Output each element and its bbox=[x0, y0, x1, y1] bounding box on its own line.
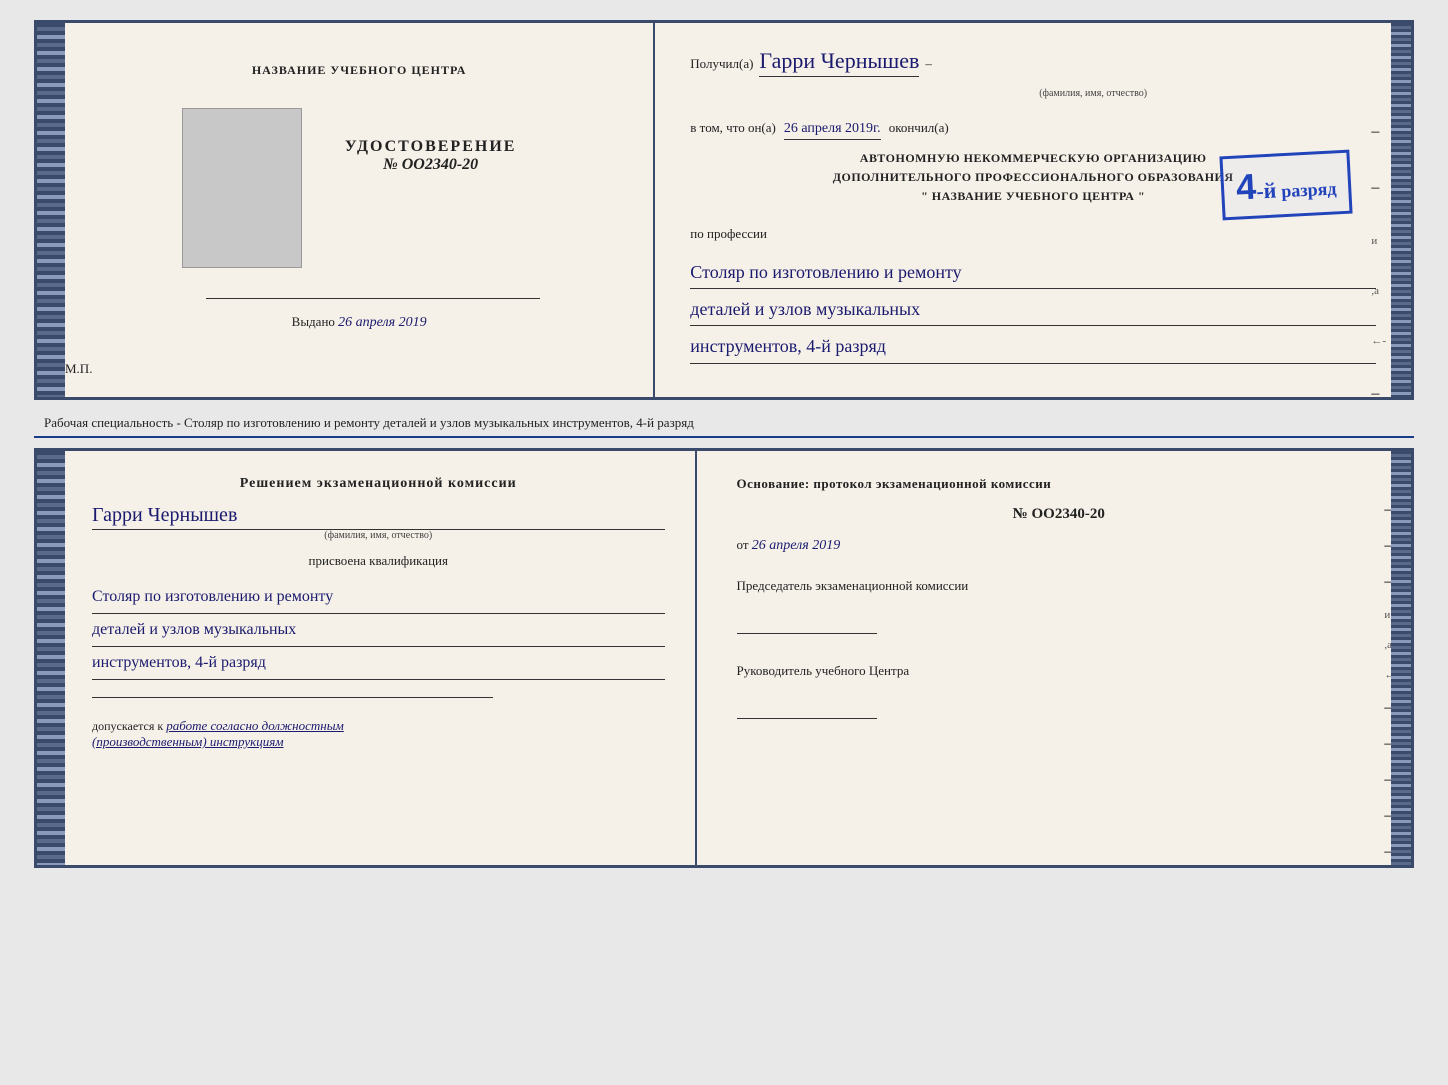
qual-line1: Столяр по изготовлению и ремонту bbox=[92, 581, 665, 614]
rank-stamp: 4 -й разряд bbox=[1219, 150, 1352, 221]
bottom-doc-right-panel: Основание: протокол экзаменационной коми… bbox=[697, 451, 1411, 865]
dash-2: – bbox=[1371, 179, 1386, 197]
document-container: НАЗВАНИЕ УЧЕБНОГО ЦЕНТРА УДОСТОВЕРЕНИЕ №… bbox=[34, 20, 1414, 868]
dash-1: – bbox=[1371, 123, 1386, 141]
cert-title: УДОСТОВЕРЕНИЕ bbox=[345, 138, 517, 156]
top-document: НАЗВАНИЕ УЧЕБНОГО ЦЕНТРА УДОСТОВЕРЕНИЕ №… bbox=[34, 20, 1414, 400]
issued-line: Выдано 26 апреля 2019 bbox=[264, 314, 427, 331]
cert-title-block: УДОСТОВЕРЕНИЕ № OO2340-20 bbox=[317, 138, 517, 174]
bottom-spine-right bbox=[1391, 451, 1411, 865]
stamp-rank-number: 4 bbox=[1235, 166, 1257, 209]
director-title: Руководитель учебного Центра bbox=[737, 663, 1381, 679]
basis-title: Основание: протокол экзаменационной коми… bbox=[737, 476, 1381, 492]
finished-label: окончил(а) bbox=[889, 120, 949, 136]
dash-3: и bbox=[1371, 235, 1386, 247]
protocol-number: № OO2340-20 bbox=[737, 506, 1381, 523]
separator-text: Рабочая специальность - Столяр по изгото… bbox=[34, 410, 1414, 438]
bottom-fio-hint: (фамилия, имя, отчество) bbox=[92, 530, 665, 541]
protocol-date: от 26 апреля 2019 bbox=[737, 537, 1381, 554]
recipient-name-top: Гарри Чернышев bbox=[759, 48, 919, 77]
decision-title: Решением экзаменационной комиссии bbox=[92, 476, 665, 492]
date-prefix: от bbox=[737, 537, 749, 552]
qual-line3: инструментов, 4-й разряд bbox=[92, 647, 665, 680]
dash-4: ,а bbox=[1371, 285, 1386, 297]
top-doc-right-panel: Получил(а) Гарри Чернышев – (фамилия, им… bbox=[655, 23, 1411, 397]
allowed-text-block: допускается к работе согласно должностны… bbox=[92, 718, 665, 750]
chairman-block: Председатель экзаменационной комиссии bbox=[737, 578, 1381, 639]
profession-line2: деталей и узлов музыкальных bbox=[690, 293, 1376, 326]
assigned-label: присвоена квалификация bbox=[92, 553, 665, 569]
cert-date: 26 апреля 2019г. bbox=[784, 121, 881, 140]
fio-hint-top: (фамилия, имя, отчество) bbox=[1039, 88, 1147, 99]
org-name-label: НАЗВАНИЕ УЧЕБНОГО ЦЕНТРА bbox=[224, 63, 467, 78]
stamp-rank-suffix: -й bbox=[1255, 178, 1276, 205]
dash-top: – bbox=[925, 56, 932, 72]
issued-label: Выдано bbox=[292, 314, 335, 329]
bottom-spine-left bbox=[37, 451, 65, 865]
bottom-doc-left-panel: Решением экзаменационной комиссии Гарри … bbox=[37, 451, 697, 865]
issued-date: 26 апреля 2019 bbox=[338, 315, 426, 330]
spine-right-decoration bbox=[1391, 23, 1411, 397]
dash-6: – bbox=[1371, 385, 1386, 403]
stamp-rank-label: разряд bbox=[1281, 178, 1337, 202]
allowed-line1: работе согласно должностным bbox=[166, 718, 344, 733]
mp-label: М.П. bbox=[37, 361, 92, 377]
protocol-date-value: 26 апреля 2019 bbox=[752, 538, 840, 553]
photo-placeholder bbox=[182, 108, 302, 268]
cert-number: № OO2340-20 bbox=[345, 156, 517, 174]
received-prefix: Получил(а) bbox=[690, 56, 753, 72]
dash-5: ←- bbox=[1371, 335, 1386, 347]
allowed-line2: (производственным) инструкциям bbox=[92, 734, 284, 749]
profession-line3: инструментов, 4-й разряд bbox=[690, 330, 1376, 363]
bottom-recipient-name: Гарри Чернышев bbox=[92, 504, 665, 530]
director-signature-line bbox=[737, 699, 877, 719]
allowed-prefix: допускается к bbox=[92, 719, 163, 733]
director-block: Руководитель учебного Центра bbox=[737, 663, 1381, 724]
in-that-prefix: в том, что он(а) bbox=[690, 120, 776, 136]
qual-line2: деталей и узлов музыкальных bbox=[92, 614, 665, 647]
profession-label: по профессии bbox=[690, 226, 1376, 242]
chairman-title: Председатель экзаменационной комиссии bbox=[737, 578, 1381, 594]
profession-line1: Столяр по изготовлению и ремонту bbox=[690, 256, 1376, 289]
bottom-document: Решением экзаменационной комиссии Гарри … bbox=[34, 448, 1414, 868]
top-doc-left-panel: НАЗВАНИЕ УЧЕБНОГО ЦЕНТРА УДОСТОВЕРЕНИЕ №… bbox=[37, 23, 655, 397]
chairman-signature-line bbox=[737, 614, 877, 634]
